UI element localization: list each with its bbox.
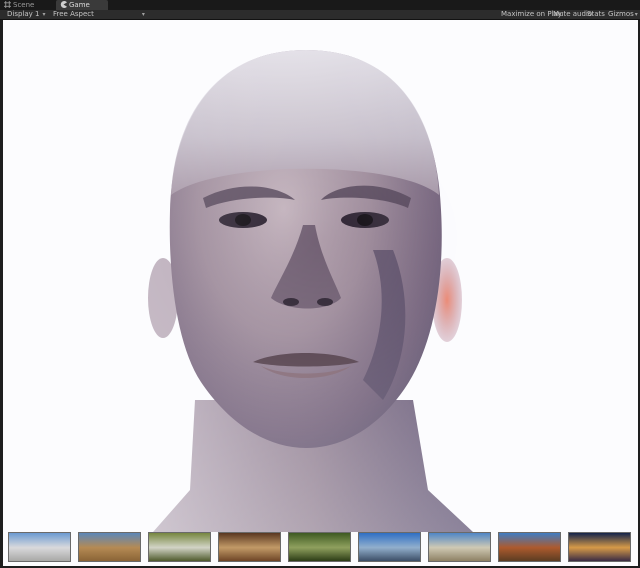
stats-toggle[interactable]: Stats [587, 10, 605, 19]
environment-thumbnail-7[interactable] [428, 532, 491, 562]
scene-grid-icon [4, 1, 11, 8]
environment-thumbnail-9[interactable] [568, 532, 631, 562]
aspect-dropdown-label: Free Aspect [53, 10, 94, 18]
display-dropdown[interactable]: Display 1 ▾ [7, 10, 46, 19]
aspect-dropdown[interactable]: Free Aspect ▾ [53, 10, 145, 19]
game-view-toolbar: Display 1 ▾ Free Aspect ▾ Maximize on Play… [0, 10, 640, 20]
game-viewport[interactable] [3, 20, 638, 566]
stats-label: Stats [587, 10, 605, 18]
gizmos-dropdown[interactable]: Gizmos▾ [608, 10, 638, 19]
environment-thumbnail-4[interactable] [218, 532, 281, 562]
tab-scene[interactable]: Scene [0, 0, 54, 10]
game-pacman-icon [60, 1, 67, 8]
tab-game[interactable]: Game [56, 0, 108, 10]
head-render [3, 20, 638, 566]
display-dropdown-label: Display 1 [7, 10, 40, 18]
environment-thumbnail-2[interactable] [78, 532, 141, 562]
environment-thumbnail-1[interactable] [8, 532, 71, 562]
environment-thumbnail-6[interactable] [358, 532, 421, 562]
environment-thumbnail-5[interactable] [288, 532, 351, 562]
environment-thumbnail-3[interactable] [148, 532, 211, 562]
environment-thumbnail-8[interactable] [498, 532, 561, 562]
tab-scene-label: Scene [13, 1, 35, 9]
chevron-down-icon: ▾ [634, 11, 638, 18]
chevron-down-icon: ▾ [42, 11, 46, 18]
tab-game-label: Game [69, 1, 90, 9]
chevron-down-icon: ▾ [141, 11, 145, 18]
gizmos-label: Gizmos [608, 10, 634, 18]
